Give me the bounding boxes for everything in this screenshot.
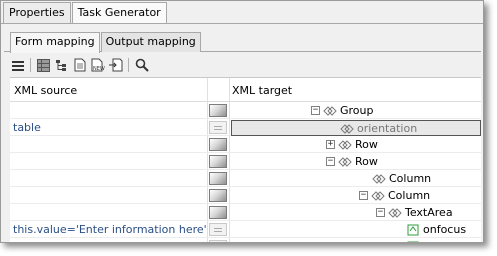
tab-output-mapping[interactable]: Output mapping [100, 32, 201, 52]
xml-target-cell[interactable]: onfocus [231, 222, 481, 238]
svg-text:NEW: NEW [93, 66, 105, 72]
edit-mapping-button[interactable] [209, 155, 227, 168]
xml-node-label: Column [389, 172, 432, 185]
tab-divider [1, 23, 483, 24]
toolbar-separator [128, 58, 129, 72]
attribute-icon [406, 224, 420, 236]
tree-icon[interactable] [54, 58, 69, 73]
equals-button[interactable] [209, 240, 227, 242]
task-generator-panel: Properties Task Generator Form mapping O… [0, 0, 484, 243]
xml-node-label: orientation [357, 122, 418, 135]
xml-target-cell[interactable]: − TextArea [231, 205, 481, 221]
column-header-source[interactable]: XML source [14, 84, 77, 97]
xml-node-label: Group [340, 104, 374, 117]
xml-node-label: TextArea [405, 206, 453, 219]
attribute-icon [406, 241, 420, 242]
element-icon [388, 207, 402, 219]
table-row[interactable]: − Column [10, 188, 481, 204]
element-icon [372, 173, 386, 185]
element-icon [340, 123, 354, 135]
mapping-toolbar: NEW [10, 56, 149, 74]
table-row[interactable]: table orientation [10, 120, 481, 136]
collapse-icon[interactable]: − [311, 106, 320, 115]
task-generator-content: Form mapping Output mapping NEW XML sour… [4, 26, 481, 242]
edit-mapping-button[interactable] [209, 206, 227, 219]
edit-mapping-button[interactable] [209, 138, 227, 151]
collapse-icon[interactable]: − [359, 191, 368, 200]
equals-button[interactable] [209, 121, 227, 134]
collapse-icon[interactable]: − [376, 208, 385, 217]
xml-source-value[interactable]: this.value='Enter information here' [13, 223, 207, 236]
toolbar-separator [30, 58, 31, 72]
table-row[interactable]: − Row [10, 154, 481, 170]
element-icon [371, 190, 385, 202]
mapping-table: XML source XML target − Group table orienta… [10, 77, 481, 242]
table-row[interactable]: + Row [10, 137, 481, 153]
table-row[interactable]: width [10, 239, 481, 242]
xml-target-cell[interactable]: + Row [231, 137, 481, 153]
xml-node-label: Row [355, 138, 378, 151]
table-row[interactable]: − TextArea [10, 205, 481, 221]
grid-icon[interactable] [36, 58, 51, 73]
element-icon [338, 156, 352, 168]
list-icon[interactable] [10, 58, 25, 73]
search-icon[interactable] [134, 58, 149, 73]
xml-source-value[interactable]: table [13, 121, 41, 134]
new-document-icon[interactable]: NEW [90, 58, 105, 73]
edit-mapping-button[interactable] [209, 189, 227, 202]
tab-task-generator[interactable]: Task Generator [71, 2, 167, 23]
xml-node-label: width [423, 240, 453, 242]
xml-target-cell[interactable]: width [231, 239, 481, 242]
top-tab-bar: Properties Task Generator [3, 2, 168, 23]
table-header: XML source XML target [10, 78, 481, 102]
xml-target-cell[interactable]: Column [231, 171, 481, 187]
table-row[interactable]: − Group [10, 103, 481, 119]
xml-node-label: Column [388, 189, 431, 202]
tab-form-mapping[interactable]: Form mapping [10, 32, 100, 53]
inner-tab-bar: Form mapping Output mapping [10, 32, 202, 53]
xml-target-cell[interactable]: − Row [231, 154, 481, 170]
table-row[interactable]: Column [10, 171, 481, 187]
column-header-target[interactable]: XML target [232, 84, 292, 97]
xml-node-label: Row [355, 155, 378, 168]
document-icon[interactable] [72, 58, 87, 73]
edit-mapping-button[interactable] [209, 172, 227, 185]
element-icon [338, 139, 352, 151]
xml-target-cell[interactable]: − Group [231, 103, 481, 119]
table-row[interactable]: this.value='Enter information here' onfoc… [10, 222, 481, 238]
xml-target-cell[interactable]: orientation [231, 120, 481, 136]
collapse-icon[interactable]: − [326, 157, 335, 166]
xml-node-label: onfocus [423, 223, 467, 236]
expand-icon[interactable]: + [326, 140, 335, 149]
edit-mapping-button[interactable] [209, 104, 227, 117]
import-icon[interactable] [108, 58, 123, 73]
tab-properties[interactable]: Properties [3, 2, 71, 23]
element-icon [323, 105, 337, 117]
equals-button[interactable] [209, 223, 227, 236]
xml-target-cell[interactable]: − Column [231, 188, 481, 204]
